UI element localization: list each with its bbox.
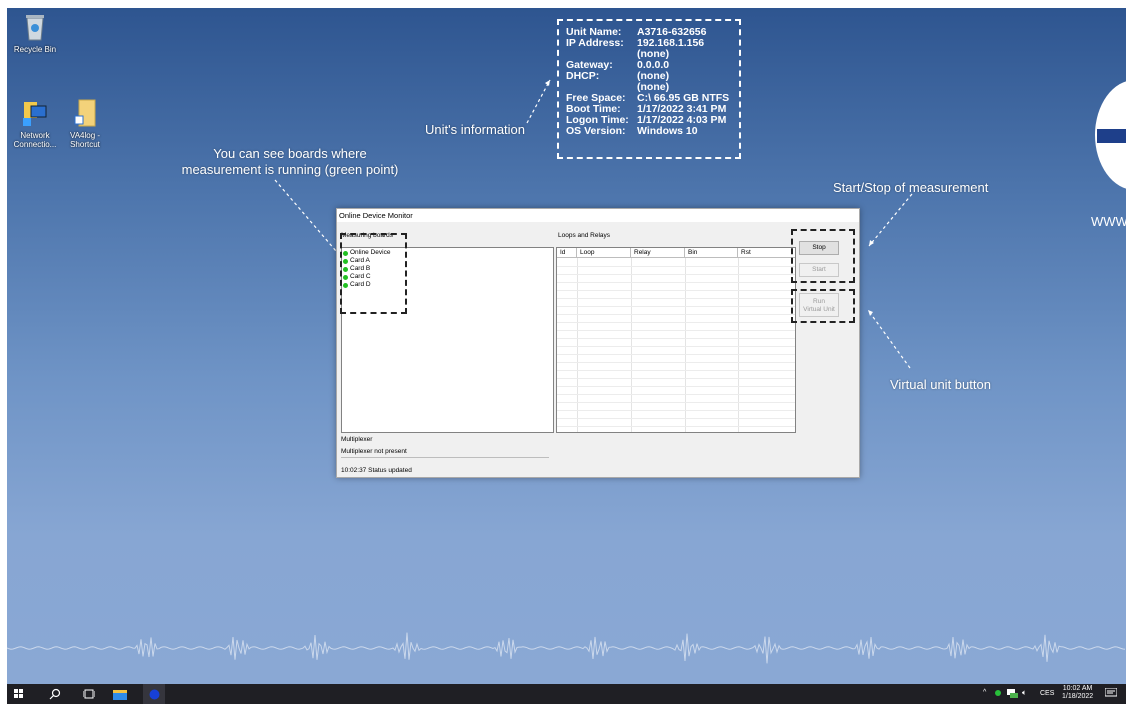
window-title: Online Device Monitor	[337, 209, 859, 222]
multiplexer-label: Multiplexer	[341, 436, 373, 443]
column-header-bin[interactable]: Bin	[685, 248, 738, 257]
status-text: 10:02:37 Status updated	[341, 467, 412, 474]
clock[interactable]: 10:02 AM 1/18/2022	[1062, 685, 1093, 701]
loops-relays-label: Loops and Relays	[558, 232, 611, 239]
unit-info-key: OS Version:	[566, 125, 626, 137]
unit-info-row: OS Version: Windows 10	[566, 126, 739, 137]
network-icon[interactable]	[1007, 689, 1018, 700]
column-header-id[interactable]: Id	[557, 248, 577, 257]
column-header-rst[interactable]: Rst	[738, 248, 792, 257]
online-device-monitor-window: Online Device Monitor Measuring boards O…	[336, 208, 860, 478]
unit-info-value: Windows 10	[637, 125, 698, 137]
unit-info-key: IP Address:	[566, 37, 624, 49]
highlight-start-stop	[791, 229, 855, 283]
loops-relays-grid[interactable]: Id Loop Relay Bin Rst	[556, 247, 796, 433]
column-header-relay[interactable]: Relay	[631, 248, 685, 257]
highlight-virtual-unit	[791, 289, 855, 323]
clock-date: 1/18/2022	[1062, 693, 1094, 700]
website-text: WWW	[1091, 214, 1126, 229]
grid-body	[557, 258, 795, 432]
highlight-boards	[340, 233, 407, 314]
clock-time: 10:02 AM	[1062, 685, 1093, 692]
search-icon[interactable]	[45, 684, 65, 704]
file-explorer-icon[interactable]	[110, 684, 130, 704]
task-view-icon[interactable]	[79, 684, 99, 704]
chevron-up-icon[interactable]: ^	[983, 689, 986, 696]
unit-info-key: DHCP:	[566, 70, 600, 82]
speaker-icon[interactable]: 🔈︎	[1022, 688, 1027, 698]
app-icon[interactable]	[143, 684, 165, 704]
multiplexer-status: Multiplexer not present	[341, 448, 549, 458]
unit-info-panel: Unit Name: A3716-632656 IP Address: 192.168…	[557, 19, 741, 159]
taskbar: ^ 🔈︎ CES 10:02 AM 1/18/2022	[7, 684, 1126, 704]
windows-start-icon[interactable]	[9, 684, 29, 704]
column-header-loop[interactable]: Loop	[577, 248, 631, 257]
language-indicator[interactable]: CES	[1040, 690, 1054, 697]
notifications-icon[interactable]	[1104, 687, 1118, 701]
status-dot-icon[interactable]	[995, 690, 1001, 696]
